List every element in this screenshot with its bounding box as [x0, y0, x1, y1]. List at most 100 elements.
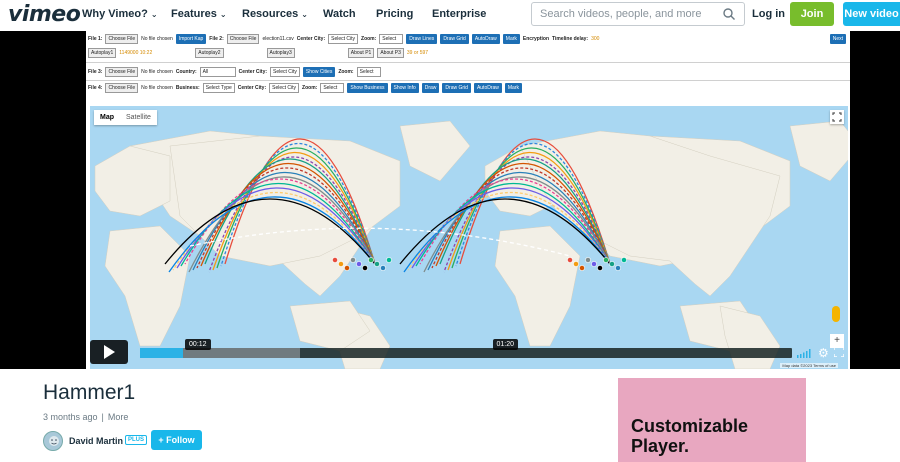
- map-tab[interactable]: Map: [94, 110, 120, 125]
- autodraw-button[interactable]: AutoDraw: [473, 83, 502, 93]
- show-business-button[interactable]: Show Business: [347, 83, 388, 93]
- autoplay3-button[interactable]: Autoplay3: [266, 48, 295, 58]
- chevron-down-icon: ⌄: [301, 10, 308, 19]
- autoplay2-button[interactable]: Autoplay2: [195, 48, 224, 58]
- choose-file-button[interactable]: Choose File: [105, 67, 139, 77]
- center-city-select[interactable]: Select City: [270, 67, 300, 77]
- autodraw-button[interactable]: AutoDraw: [471, 34, 500, 44]
- search-placeholder: Search videos, people, and more: [540, 8, 702, 20]
- show-cities-button[interactable]: Show Cities: [302, 67, 336, 77]
- mark-button[interactable]: Mark: [502, 34, 520, 44]
- next-button[interactable]: Next: [829, 34, 846, 44]
- choose-file-button[interactable]: Choose File: [105, 83, 139, 93]
- about-p3-button[interactable]: About P3: [377, 48, 404, 58]
- app-toolbar-row2: Autoplay1 1149000 10:22 Autoplay2 Autopl…: [86, 46, 850, 60]
- video-title: Hammer1: [43, 381, 136, 404]
- progress-bar[interactable]: [140, 348, 792, 358]
- search-input[interactable]: Search videos, people, and more: [531, 2, 745, 26]
- login-link[interactable]: Log in: [752, 8, 785, 20]
- map-pin-icon: [350, 257, 356, 263]
- map-canvas: [94, 120, 848, 369]
- gear-icon[interactable]: ⚙: [818, 347, 829, 359]
- center-city-select[interactable]: Select City: [269, 83, 300, 93]
- country-select[interactable]: All: [199, 67, 236, 77]
- chevron-down-icon: ⌄: [219, 10, 227, 19]
- zoom-select[interactable]: Select: [356, 67, 381, 77]
- author-name[interactable]: David Martin: [69, 436, 123, 446]
- video-player[interactable]: File 1: Choose File No file chosen Impor…: [0, 31, 900, 369]
- business-type-select[interactable]: Select Type: [202, 83, 235, 93]
- map-markers: [332, 257, 627, 271]
- volume-icon[interactable]: [797, 349, 811, 358]
- map-pin-icon: [380, 265, 386, 271]
- app-toolbar-row1: File 1: Choose File No file chosen Impor…: [86, 32, 850, 46]
- map-pin-icon: [332, 257, 338, 263]
- draw-lines-button[interactable]: Draw Lines: [406, 34, 438, 44]
- plus-badge: PLUS: [125, 435, 148, 445]
- map-pin-icon: [615, 265, 621, 271]
- map-type-toggle: Map Satellite: [94, 110, 157, 125]
- progress-played: [140, 348, 184, 358]
- choose-file-button[interactable]: Choose File: [105, 34, 139, 44]
- video-frame: File 1: Choose File No file chosen Impor…: [86, 31, 850, 369]
- zoom-select[interactable]: Select: [379, 34, 404, 44]
- greenland-shape: [399, 120, 471, 182]
- fullscreen-map-icon[interactable]: [830, 110, 844, 124]
- map-pin-icon: [386, 257, 392, 263]
- map-pin-icon: [567, 257, 573, 263]
- map-pin-icon: [368, 257, 374, 263]
- nav-pricing[interactable]: Pricing: [376, 8, 413, 20]
- choose-file-button[interactable]: Choose File: [226, 34, 260, 44]
- join-button[interactable]: Join: [790, 2, 834, 26]
- map-pin-icon: [597, 265, 603, 271]
- vimeo-logo[interactable]: vimeo: [8, 2, 81, 27]
- europe-shape: [94, 145, 171, 217]
- center-city-select[interactable]: Select City: [328, 34, 359, 44]
- nav-resources[interactable]: Resources ⌄: [242, 8, 308, 20]
- fullscreen-icon[interactable]: [834, 347, 844, 357]
- ad-banner[interactable]: Customizable Player.: [618, 378, 806, 462]
- map-pin-icon: [362, 265, 368, 271]
- nav-why-vimeo[interactable]: Why Vimeo? ⌄: [82, 8, 158, 20]
- nav-watch[interactable]: Watch: [323, 8, 356, 20]
- divider: [86, 62, 850, 63]
- nav-enterprise[interactable]: Enterprise: [432, 8, 486, 20]
- map-pin-icon: [374, 261, 380, 267]
- ad-text: Customizable Player.: [631, 416, 749, 456]
- more-link[interactable]: More: [108, 412, 129, 422]
- africa-shape: [104, 225, 191, 347]
- street-view-pegman-icon[interactable]: [832, 306, 840, 322]
- draw-grid-button[interactable]: Draw Grid: [440, 34, 469, 44]
- map-pin-icon: [603, 257, 609, 263]
- draw-grid-button[interactable]: Draw Grid: [442, 83, 471, 93]
- import-button[interactable]: Import Kap: [175, 34, 207, 44]
- nav-features[interactable]: Features ⌄: [171, 8, 227, 20]
- satellite-tab[interactable]: Satellite: [120, 110, 157, 125]
- world-map[interactable]: Map Satellite + Map data ©2023 Terms of …: [90, 106, 848, 369]
- new-video-button[interactable]: New video: [843, 2, 900, 26]
- current-time-label: 00:12: [185, 339, 211, 350]
- zoom-select[interactable]: Select: [320, 83, 345, 93]
- zoom-in-button[interactable]: +: [830, 334, 844, 348]
- map-pin-icon: [579, 265, 585, 271]
- map-pin-icon: [338, 261, 344, 267]
- draw-button[interactable]: Draw: [421, 83, 440, 93]
- south-america-shape: [719, 305, 781, 369]
- top-nav: vimeo Why Vimeo? ⌄ Features ⌄ Resources ⌄ W…: [0, 0, 900, 30]
- avatar[interactable]: [43, 431, 63, 451]
- hover-time-label: 01:20: [492, 339, 519, 350]
- map-pin-icon: [356, 261, 362, 267]
- search-icon[interactable]: [722, 7, 736, 21]
- avatar-face-icon: [49, 436, 59, 446]
- play-button[interactable]: [90, 340, 128, 364]
- autoplay1-button[interactable]: Autoplay1: [88, 48, 117, 58]
- map-attribution: Map data ©2023 Terms of use: [780, 363, 838, 368]
- map-pin-icon: [591, 261, 597, 267]
- map-pin-icon: [573, 261, 579, 267]
- show-info-button[interactable]: Show Info: [390, 83, 419, 93]
- follow-button[interactable]: + Follow: [151, 430, 202, 450]
- about-p1-button[interactable]: About P1: [347, 48, 375, 58]
- mark-button[interactable]: Mark: [504, 83, 523, 93]
- video-meta: 3 months ago | More: [43, 412, 129, 422]
- map-pin-icon: [621, 257, 627, 263]
